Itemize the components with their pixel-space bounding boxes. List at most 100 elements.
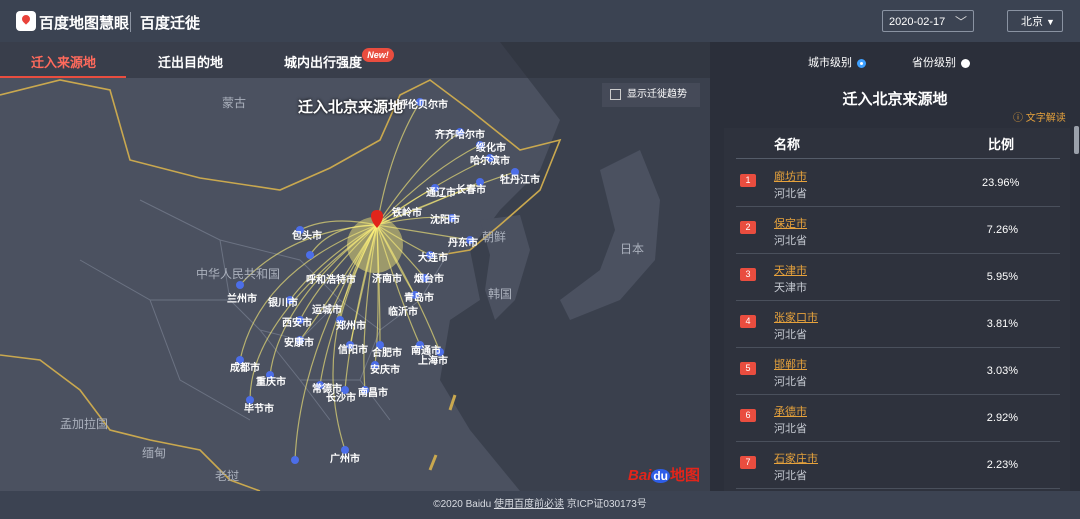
tab-inbound-source[interactable]: 迁入来源地	[31, 52, 96, 71]
city-label: 银川市	[268, 298, 298, 309]
province-name: 河北省	[774, 376, 807, 388]
app-title: 百度迁徙	[140, 15, 201, 32]
province-level-radio[interactable]: 省份级别	[912, 54, 970, 70]
sea-area	[440, 42, 710, 491]
country-label: 老挝	[215, 469, 240, 483]
rank-badge: 4	[740, 315, 756, 328]
dashed-line	[428, 394, 457, 471]
china-border	[0, 79, 562, 256]
checkbox-icon	[610, 88, 621, 100]
city-name-link[interactable]: 承德市	[774, 403, 807, 419]
city-level-radio[interactable]: 城市级别	[808, 54, 866, 70]
city-name-link[interactable]: 廊坊市	[774, 168, 807, 184]
city-label: 呼伦贝尔市	[398, 100, 448, 111]
ranking-row: 1 廊坊市 河北省 23.96%	[736, 159, 1060, 207]
city-label: 沈阳市	[430, 215, 460, 226]
ratio-value: 7.26%	[986, 224, 1018, 236]
city-name-link[interactable]: 邯郸市	[774, 356, 807, 372]
new-badge: New!	[362, 48, 394, 62]
city-label: 运城市	[312, 305, 342, 316]
ratio-value: 2.92%	[986, 412, 1018, 424]
ratio-value: 23.96%	[982, 177, 1020, 189]
chevron-down-icon: ﹀	[954, 15, 967, 29]
city-label: 成都市	[230, 363, 260, 374]
rank-badge: 1	[740, 174, 756, 187]
province-name: 天津市	[774, 282, 807, 294]
province-name: 河北省	[774, 188, 807, 200]
city-name-link[interactable]: 保定市	[774, 215, 807, 231]
city-label: 兰州市	[227, 294, 257, 305]
city-label: 南昌市	[358, 388, 388, 399]
province-name: 河北省	[774, 423, 807, 435]
date-select[interactable]: 2020-02-17 ﹀	[882, 10, 974, 32]
city-label: 丹东市	[448, 238, 478, 249]
ratio-value: 5.95%	[986, 271, 1018, 283]
ratio-value: 2.23%	[986, 459, 1018, 471]
show-trend-label: 显示迁徙趋势	[627, 89, 687, 100]
tab-outbound-destination[interactable]: 迁出目的地	[158, 52, 223, 71]
city-label: 大连市	[418, 253, 448, 264]
radio-unselected-icon	[961, 58, 970, 68]
city-label: 哈尔滨市	[470, 156, 510, 167]
city-label: 西安市	[282, 318, 312, 329]
city-label: 广州市	[330, 454, 360, 465]
city-label: 呼和浩特市	[306, 275, 356, 286]
province-name: 河北省	[774, 235, 807, 247]
city-label: 上海市	[418, 356, 448, 367]
city-label: 青岛市	[404, 293, 434, 304]
city-name-link[interactable]: 张家口市	[774, 309, 818, 325]
city-label: 通辽市	[426, 188, 456, 199]
header-divider	[130, 12, 131, 32]
city-label: 济南市	[372, 274, 402, 285]
map-title: 迁入北京来源地	[298, 99, 404, 116]
caret-down-icon: ▼	[1046, 17, 1055, 27]
country-label: 日本	[620, 242, 645, 256]
help-icon: ⓘ	[1013, 113, 1026, 124]
text-explanation-link[interactable]: ⓘ 文字解读	[1013, 109, 1066, 124]
city-label: 毕节市	[244, 404, 274, 415]
city-label: 郑州市	[336, 321, 366, 332]
rank-badge: 7	[740, 456, 756, 469]
country-label: 朝鲜	[482, 230, 507, 244]
scrollbar[interactable]	[1074, 126, 1079, 154]
terms-link[interactable]: 使用百度前必读	[494, 499, 564, 510]
city-label: 长春市	[456, 185, 486, 196]
city-label: 烟台市	[414, 274, 444, 285]
ranking-row: 5 邯郸市 河北省 3.03%	[736, 347, 1060, 395]
icp-text: 京ICP证030173号	[566, 499, 647, 510]
ranking-row: 4 张家口市 河北省 3.81%	[736, 300, 1060, 348]
panel-title: 迁入北京来源地	[842, 91, 948, 108]
city-label: 安康市	[284, 338, 314, 349]
city-name-link[interactable]: 石家庄市	[774, 450, 818, 466]
country-label: 中华人民共和国	[196, 267, 281, 281]
city-label: 重庆市	[256, 377, 286, 388]
ranking-row: 2 保定市 河北省 7.26%	[736, 206, 1060, 254]
city-label: 临沂市	[388, 307, 418, 318]
column-ratio-header: 比例	[988, 137, 1015, 152]
logo-text[interactable]: 百度地图慧眼	[39, 12, 129, 33]
active-tab-indicator	[0, 76, 126, 78]
ranking-row: 3 天津市 天津市 5.95%	[736, 253, 1060, 301]
tab-intracity-intensity[interactable]: 城内出行强度	[284, 52, 362, 71]
baidu-map-logo-icon	[16, 11, 36, 31]
province-name: 河北省	[774, 329, 807, 341]
ranking-row: 7 石家庄市 河北省 2.23%	[736, 441, 1060, 489]
city-label: 合肥市	[372, 348, 402, 359]
show-trend-checkbox[interactable]: 显示迁徙趋势	[602, 83, 700, 107]
ratio-value: 3.03%	[986, 365, 1018, 377]
rank-badge: 3	[740, 268, 756, 281]
copyright-text: ©2020 Baidu	[433, 499, 492, 510]
city-name-link[interactable]: 天津市	[774, 262, 807, 278]
country-label: 缅甸	[142, 446, 167, 460]
province-name: 河北省	[774, 470, 807, 482]
city-label: 安庆市	[370, 365, 400, 376]
city-value: 北京	[1021, 16, 1043, 28]
city-label: 包头市	[292, 231, 322, 242]
city-label: 铁岭市	[392, 208, 422, 219]
column-name-header: 名称	[774, 137, 801, 152]
radio-selected-icon	[857, 58, 866, 68]
rank-badge: 2	[740, 221, 756, 234]
country-label: 韩国	[488, 287, 513, 301]
city-select[interactable]: 北京 ▼	[1007, 10, 1063, 32]
rank-badge: 6	[740, 409, 756, 422]
